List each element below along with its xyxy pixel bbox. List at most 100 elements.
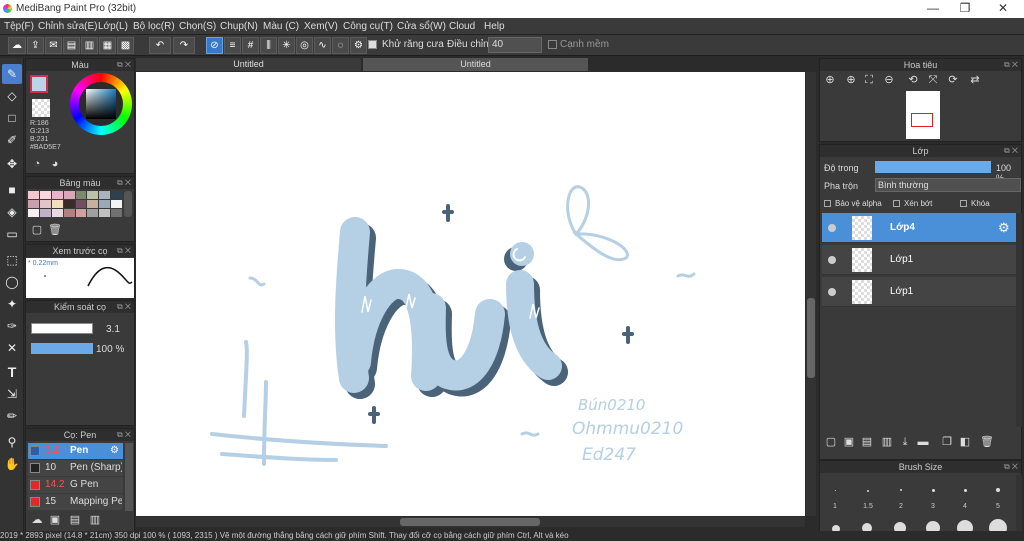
palette-swatch[interactable] xyxy=(39,209,51,217)
snap-radial-icon[interactable]: ✳ xyxy=(278,37,295,54)
palette-swatch[interactable] xyxy=(63,209,75,217)
size-slider[interactable] xyxy=(31,323,93,334)
layer-item-lop4[interactable]: Lớp4 ⚙ xyxy=(822,213,1016,243)
brush-size-scrollbar[interactable] xyxy=(1016,475,1022,531)
brush-item-pen-sharp[interactable]: 10 Pen (Sharp) xyxy=(28,460,123,476)
visibility-eye-icon[interactable] xyxy=(828,288,836,296)
snap-curve-icon[interactable]: ∿ xyxy=(314,37,331,54)
brush-size-1-5[interactable]: 1.5 xyxy=(858,503,878,510)
color-mode-icon[interactable]: ◔ xyxy=(30,157,44,171)
move-tool-icon[interactable]: ✥ xyxy=(2,154,22,174)
palette-swatch[interactable] xyxy=(99,209,111,217)
palette-swatch[interactable] xyxy=(51,191,63,199)
snap-cross-icon[interactable]: ⫼ xyxy=(260,37,277,54)
new-8bit-layer-icon[interactable]: ▤ xyxy=(860,435,874,449)
layer-mask-icon[interactable]: ◧ xyxy=(958,435,972,449)
duplicate-layer-icon[interactable]: ❐ xyxy=(940,435,954,449)
palette-swatch[interactable] xyxy=(99,200,111,208)
maximize-button[interactable]: ❐ xyxy=(950,1,980,15)
add-palette-icon[interactable]: ▢ xyxy=(30,223,44,237)
palette-swatch[interactable] xyxy=(39,200,51,208)
delete-palette-icon[interactable]: 🗑 xyxy=(48,223,62,237)
layer-settings-icon[interactable]: ⚙ xyxy=(998,220,1010,236)
menu-snap[interactable]: Chụp(N) xyxy=(220,21,258,32)
antialias-checkbox[interactable] xyxy=(368,40,377,49)
eraser-tool-icon[interactable]: ◇ xyxy=(2,86,22,106)
palette-scrollbar[interactable] xyxy=(124,191,132,217)
fit-icon[interactable]: ⤧ xyxy=(926,73,940,87)
palette-swatch[interactable] xyxy=(28,200,39,208)
palette-swatch[interactable] xyxy=(111,191,122,199)
vertical-scrollbar[interactable] xyxy=(806,72,816,516)
brush-size-2[interactable]: 2 xyxy=(891,503,911,510)
palette-swatch[interactable] xyxy=(111,209,122,217)
rotate-left-icon[interactable]: ⟲ xyxy=(906,73,920,87)
menu-select[interactable]: Chọn(S) xyxy=(179,21,216,32)
edge-checkbox[interactable] xyxy=(548,40,557,49)
eyedropper-icon[interactable]: ⚲ xyxy=(2,432,22,452)
blend-select[interactable]: Bình thường xyxy=(875,178,1021,192)
menu-filter[interactable]: Bộ lọc(R) xyxy=(133,21,175,32)
lock-checkbox[interactable] xyxy=(960,200,967,207)
snap-grid-icon[interactable]: # xyxy=(242,37,259,54)
layer-item-lop1-b[interactable]: Lớp1 xyxy=(822,277,1016,307)
palette-swatch[interactable] xyxy=(51,200,63,208)
menu-tools[interactable]: Công cụ(T) xyxy=(343,21,393,32)
text-tool-icon[interactable]: T xyxy=(2,362,22,382)
new-folder-icon[interactable]: ▬ xyxy=(916,435,930,449)
secondary-color-swatch[interactable] xyxy=(32,99,50,117)
menu-view[interactable]: Xem(V) xyxy=(304,21,338,32)
merge-layer-icon[interactable]: ⤓ xyxy=(898,435,912,449)
brush-doc-icon[interactable]: ▥ xyxy=(88,513,102,527)
correction-select[interactable]: 40 xyxy=(488,37,542,53)
select-pen-icon[interactable]: ✑ xyxy=(2,316,22,336)
dot-tool-icon[interactable]: □ xyxy=(2,108,22,128)
palette-swatch[interactable] xyxy=(39,191,51,199)
add-brush-icon[interactable]: ▣ xyxy=(48,513,62,527)
layer-menu-icon[interactable]: ▥ xyxy=(880,435,894,449)
cloud-icon[interactable]: ☁ xyxy=(8,37,26,54)
layer-opacity-slider[interactable] xyxy=(875,161,991,173)
close-button[interactable]: ✕ xyxy=(988,1,1018,15)
brush-tool-icon[interactable]: ✎ xyxy=(2,64,22,84)
visibility-eye-icon[interactable] xyxy=(828,224,836,232)
palette-swatch[interactable] xyxy=(63,191,75,199)
magic-wand-icon[interactable]: ✦ xyxy=(2,294,22,314)
hand-tool-icon[interactable]: ✋ xyxy=(2,454,22,474)
primary-color-swatch[interactable] xyxy=(30,75,48,93)
brush-settings-icon[interactable]: ⚙ xyxy=(110,443,119,459)
palette-swatch[interactable] xyxy=(63,200,75,208)
minimize-button[interactable]: — xyxy=(918,1,948,15)
color-wheel[interactable] xyxy=(70,73,132,135)
brush-menu-icon[interactable]: ▤ xyxy=(68,513,82,527)
blur-tool-icon[interactable]: ✏ xyxy=(2,406,22,426)
selection-pen-icon[interactable]: ✐ xyxy=(2,130,22,150)
operation-tool-icon[interactable]: ⇲ xyxy=(2,384,22,404)
palette-swatch[interactable] xyxy=(28,191,39,199)
layer-scrollbar[interactable] xyxy=(1016,213,1022,427)
zoom-fit-icon[interactable]: ⊕ xyxy=(823,73,837,87)
share-icon[interactable]: ⇪ xyxy=(27,37,44,54)
palette-swatch[interactable] xyxy=(87,209,99,217)
doc-tab-2[interactable]: Untitled xyxy=(363,58,588,71)
palette-swatch[interactable] xyxy=(28,209,39,217)
delete-layer-icon[interactable]: 🗑 xyxy=(980,435,994,449)
new-halftone-layer-icon[interactable]: ▣ xyxy=(842,435,856,449)
layout-icon[interactable]: ▦ xyxy=(99,37,116,54)
clipping-checkbox[interactable] xyxy=(893,200,900,207)
fill-shape-icon[interactable]: ■ xyxy=(2,180,22,200)
select-rect-icon[interactable]: ⬚ xyxy=(2,250,22,270)
zoom-out-icon[interactable]: ⊖ xyxy=(882,73,896,87)
brush-size-1[interactable]: 1 xyxy=(825,503,845,510)
palette-swatch[interactable] xyxy=(75,209,87,217)
lasso-tool-icon[interactable]: ◯ xyxy=(2,272,22,292)
undo-icon[interactable]: ↶ xyxy=(149,37,171,54)
menu-window[interactable]: Cửa sổ(W) xyxy=(397,21,446,32)
palette-swatch[interactable] xyxy=(87,200,99,208)
bucket-tool-icon[interactable]: ◈ xyxy=(2,202,22,222)
chat-icon[interactable]: ▤ xyxy=(63,37,80,54)
palette-swatch[interactable] xyxy=(75,191,87,199)
palette-swatch[interactable] xyxy=(111,200,122,208)
actual-size-icon[interactable]: ⛶ xyxy=(862,73,876,87)
grid-icon[interactable]: ▩ xyxy=(117,37,134,54)
